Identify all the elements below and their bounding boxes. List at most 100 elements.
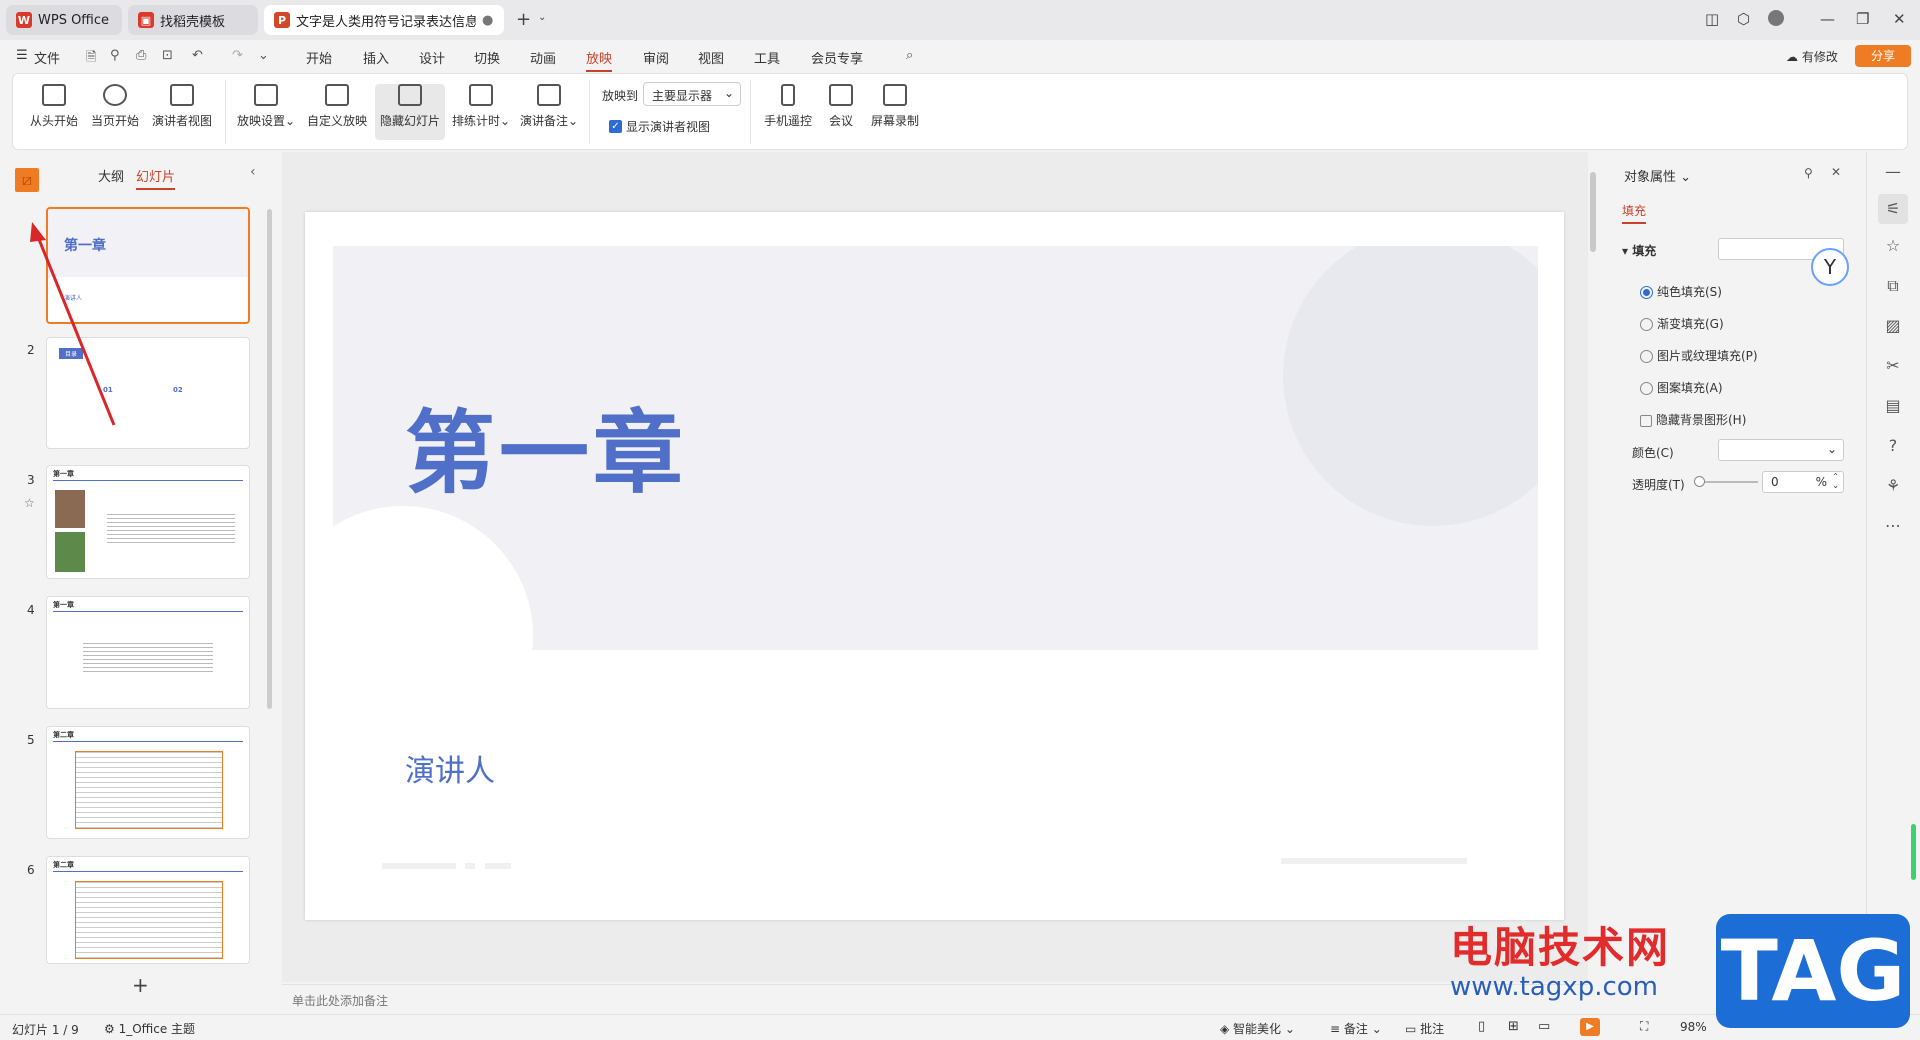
- shirt-icon[interactable]: ⚘: [1883, 476, 1903, 496]
- animation-star-icon[interactable]: ☆: [24, 496, 35, 510]
- custom-show-button[interactable]: 自定义放映: [305, 84, 369, 129]
- show-settings-button[interactable]: 放映设置⌄: [235, 84, 297, 129]
- more-icon[interactable]: ⋯: [1883, 516, 1903, 536]
- panel-scrollbar[interactable]: [267, 209, 272, 709]
- slide-number: 3: [27, 473, 35, 487]
- cube-icon[interactable]: ⬡: [1737, 10, 1750, 28]
- layers-icon[interactable]: ⧉: [1883, 276, 1903, 296]
- rehearse-button[interactable]: 排练计时⌄: [450, 84, 512, 129]
- hidden-slide-badge-icon[interactable]: ⧄: [15, 168, 39, 192]
- menu-insert[interactable]: 插入: [363, 48, 389, 67]
- assistant-icon[interactable]: Y: [1811, 248, 1849, 286]
- screen-record-button[interactable]: 屏幕录制: [867, 84, 923, 129]
- slide-thumb-3[interactable]: 第一章: [46, 465, 250, 579]
- collapse-panel-icon[interactable]: ‹: [250, 164, 256, 180]
- thumb-text-box: [75, 751, 223, 829]
- phone-remote-label: 手机遥控: [763, 114, 812, 128]
- menu-home[interactable]: 开始: [306, 48, 332, 67]
- minimize-icon[interactable]: —: [1820, 10, 1835, 28]
- avatar[interactable]: [1768, 10, 1784, 26]
- properties-icon[interactable]: ⚟: [1878, 194, 1908, 224]
- slide-thumb-4[interactable]: 第一章: [46, 596, 250, 709]
- transparency-slider[interactable]: [1694, 476, 1758, 487]
- pattern-fill-radio[interactable]: 图案填充(A): [1640, 379, 1723, 396]
- undo-icon[interactable]: ↶: [192, 48, 203, 63]
- notes-button[interactable]: 演讲备注⌄: [518, 84, 580, 129]
- color-select[interactable]: ⌄: [1718, 439, 1844, 461]
- transparency-input[interactable]: 0 % ⌃ ⌄: [1762, 471, 1844, 493]
- restore-icon[interactable]: ❐: [1856, 10, 1869, 28]
- print-icon[interactable]: ⎙: [136, 48, 146, 63]
- show-presenter-checkbox[interactable]: ✓ 显示演讲者视图: [609, 118, 710, 135]
- tab-wps-office[interactable]: W WPS Office: [6, 5, 122, 35]
- comments-toggle[interactable]: ▭ 批注: [1405, 1020, 1444, 1037]
- fill-section-header[interactable]: ▾ 填充: [1622, 242, 1656, 259]
- theme-info[interactable]: ⚙ 1_Office 主题: [104, 1020, 195, 1037]
- menu-design[interactable]: 设计: [419, 48, 445, 67]
- slide-thumb-6[interactable]: 第二章: [46, 856, 250, 964]
- stepper-icon[interactable]: ⌃ ⌄: [1832, 472, 1839, 490]
- help-icon[interactable]: ?: [1883, 436, 1903, 456]
- slide-presenter[interactable]: 演讲人: [405, 746, 495, 790]
- picture-fill-radio[interactable]: 图片或纹理填充(P): [1640, 347, 1758, 364]
- menu-file[interactable]: 文件: [34, 48, 60, 67]
- tab-slides[interactable]: 幻灯片: [136, 166, 176, 190]
- menu-view[interactable]: 视图: [698, 48, 724, 67]
- menu-slideshow[interactable]: 放映: [586, 48, 613, 72]
- deco-bar: [485, 863, 511, 869]
- revision-status[interactable]: ☁ 有修改: [1786, 48, 1838, 65]
- image-icon[interactable]: ▨: [1883, 316, 1903, 336]
- tab-template[interactable]: ▣ 找稻壳模板: [128, 5, 258, 35]
- hide-slide-button[interactable]: 隐藏幻灯片: [375, 84, 445, 140]
- share-button[interactable]: 分享: [1855, 45, 1911, 67]
- collapse-icon[interactable]: —: [1883, 162, 1903, 182]
- menu-review[interactable]: 审阅: [643, 48, 669, 67]
- tab-document[interactable]: P 文字是人类用符号记录表达信息以 ●: [264, 5, 504, 35]
- tab-outline[interactable]: 大纲: [98, 166, 124, 185]
- thumb-line: [53, 741, 243, 742]
- phone-icon: [781, 84, 795, 106]
- menu-animation[interactable]: 动画: [530, 48, 556, 67]
- search-icon[interactable]: ⌕: [906, 48, 913, 63]
- hide-bg-checkbox[interactable]: 隐藏背景图形(H): [1640, 411, 1746, 428]
- slide-title[interactable]: 第一章: [405, 380, 687, 510]
- tools-icon[interactable]: ✂: [1883, 356, 1903, 376]
- menu-tools[interactable]: 工具: [754, 48, 780, 67]
- preview-icon[interactable]: ⊡: [162, 48, 173, 63]
- canvas-scrollbar[interactable]: [1590, 172, 1596, 252]
- new-tab-icon[interactable]: +: [516, 9, 531, 30]
- close-icon[interactable]: ✕: [1893, 10, 1906, 28]
- hamburger-icon[interactable]: ☰: [16, 48, 28, 63]
- slider-handle[interactable]: [1694, 476, 1705, 487]
- star-icon[interactable]: ☆: [1883, 236, 1903, 256]
- layout-icon[interactable]: ◫: [1705, 10, 1719, 28]
- more-chevron-icon[interactable]: ⌄: [258, 48, 269, 63]
- close-panel-icon[interactable]: ✕: [1831, 165, 1841, 179]
- menu-member[interactable]: 会员专享: [811, 48, 863, 67]
- solid-fill-radio[interactable]: 纯色填充(S): [1640, 283, 1722, 300]
- slide-canvas[interactable]: 第一章 演讲人: [305, 212, 1564, 920]
- tab-list-chevron-icon[interactable]: ⌄: [538, 12, 546, 23]
- unsaved-dot-icon[interactable]: ●: [482, 13, 493, 28]
- from-start-button[interactable]: 从头开始: [27, 84, 81, 129]
- chevron-down-icon: ⌄: [1826, 442, 1837, 456]
- presenter-view-button[interactable]: 演讲者视图: [149, 84, 215, 129]
- save-icon[interactable]: 🗎: [86, 48, 96, 70]
- redo-icon[interactable]: ↷: [232, 48, 243, 63]
- beautify-button[interactable]: ◈ 智能美化 ⌄: [1220, 1020, 1295, 1037]
- tab-fill[interactable]: 填充: [1622, 202, 1647, 224]
- gradient-fill-radio[interactable]: 渐变填充(G): [1640, 315, 1724, 332]
- play-to-select[interactable]: 主要显示器 ⌄: [643, 82, 741, 106]
- menu-transition[interactable]: 切换: [474, 48, 500, 67]
- from-current-button[interactable]: 当页开始: [88, 84, 142, 129]
- export-icon[interactable]: ⚲: [110, 48, 120, 63]
- add-slide-button[interactable]: +: [132, 973, 149, 997]
- meeting-button[interactable]: 会议: [821, 84, 861, 129]
- book-icon[interactable]: ▤: [1883, 396, 1903, 416]
- panel-title[interactable]: 对象属性 ⌄: [1624, 166, 1691, 185]
- notes-area[interactable]: 单击此处添加备注: [282, 984, 1588, 1012]
- pin-icon[interactable]: ⚲: [1804, 166, 1813, 180]
- slide-thumb-5[interactable]: 第二章: [46, 726, 250, 839]
- notes-toggle[interactable]: ≡ 备注 ⌄: [1330, 1020, 1382, 1037]
- phone-remote-button[interactable]: 手机遥控: [761, 84, 815, 129]
